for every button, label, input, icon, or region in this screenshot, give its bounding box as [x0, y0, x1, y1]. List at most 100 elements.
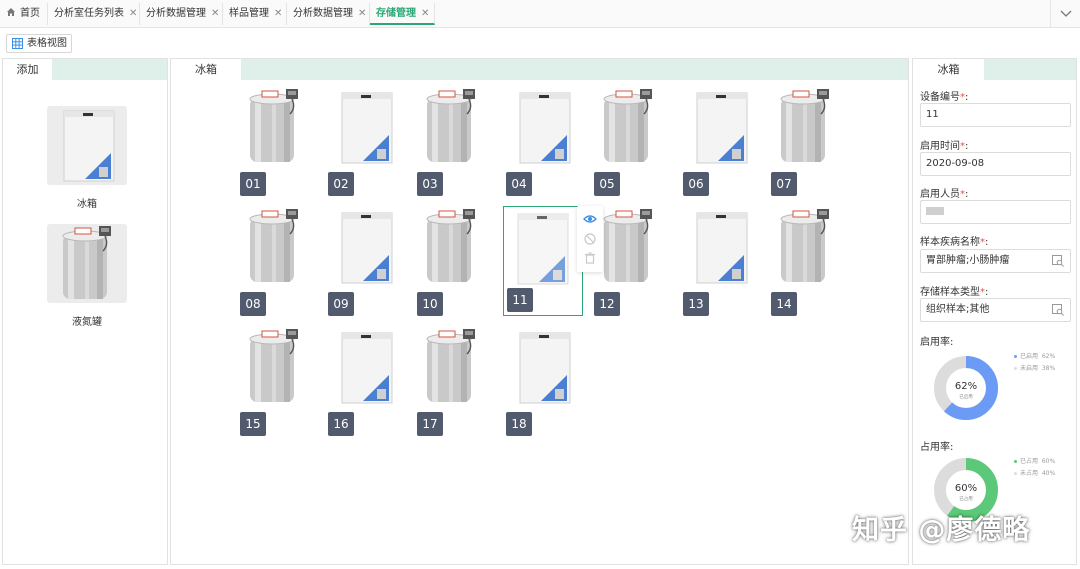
device-05[interactable]: 05 — [594, 86, 674, 196]
device-08[interactable]: 08 — [240, 206, 320, 316]
freezer-image — [694, 91, 750, 168]
device-number-badge: 10 — [417, 292, 443, 316]
tank-image — [419, 208, 483, 289]
donut-percent: 62% — [955, 381, 977, 392]
library-item-tank[interactable]: 液氮罐 — [47, 224, 127, 328]
device-01[interactable]: 01 — [240, 86, 320, 196]
close-icon[interactable]: ✕ — [129, 8, 137, 19]
donut-caption: 已占用 — [959, 495, 973, 502]
tab-storage-mgmt[interactable]: 存储管理 ✕ — [370, 3, 435, 25]
watermark: 知乎 @廖德略 — [852, 515, 1031, 546]
device-07[interactable]: 07 — [771, 86, 851, 196]
sample-type-field[interactable]: 组织样本;其他 — [920, 298, 1071, 322]
device-12[interactable]: 12 — [594, 206, 674, 316]
device-14[interactable]: 14 — [771, 206, 851, 316]
device-number-badge: 01 — [240, 172, 266, 196]
tab-analysis-room-tasks[interactable]: 分析室任务列表 ✕ — [48, 3, 140, 25]
device-15[interactable]: 15 — [240, 326, 320, 436]
device-number-badge: 15 — [240, 412, 266, 436]
device-no-label: 设备编号*: — [920, 92, 969, 103]
tab-label: 样品管理 — [229, 8, 269, 19]
library-item-label: 冰箱 — [77, 199, 97, 210]
start-time-field[interactable]: 2020-09-08 — [920, 152, 1071, 176]
tab-freezer-detail[interactable]: 冰箱 — [913, 59, 984, 81]
tab-label: 分析数据管理 — [146, 8, 206, 19]
freezer-image — [339, 91, 395, 168]
device-09[interactable]: 09 — [328, 206, 408, 316]
panel-header: 冰箱 — [913, 59, 1076, 81]
device-action-menu — [577, 206, 603, 272]
device-04[interactable]: 04 — [506, 86, 586, 196]
device-10[interactable]: 10 — [417, 206, 497, 316]
tab-sample-mgmt[interactable]: 样品管理 ✕ — [223, 3, 287, 25]
device-16[interactable]: 16 — [328, 326, 408, 436]
enable-rate-label: 启用率: — [920, 337, 954, 348]
device-number-badge: 11 — [507, 288, 533, 312]
tab-label: 分析室任务列表 — [54, 8, 124, 19]
disease-field[interactable]: 胃部肿瘤;小肠肿瘤 — [920, 249, 1071, 273]
close-icon[interactable]: ✕ — [421, 8, 429, 19]
eye-icon[interactable] — [583, 212, 597, 226]
device-17[interactable]: 17 — [417, 326, 497, 436]
device-number-badge: 13 — [683, 292, 709, 316]
device-number-badge: 09 — [328, 292, 354, 316]
device-03[interactable]: 03 — [417, 86, 497, 196]
close-icon[interactable]: ✕ — [274, 8, 282, 19]
legend-item: 未占用 40% — [1014, 468, 1055, 480]
tab-menu-toggle[interactable] — [1050, 0, 1080, 28]
tank-image — [242, 88, 306, 169]
donut-caption: 已启用 — [959, 393, 973, 400]
tank-image — [242, 328, 306, 409]
tab-bar: 首页 分析室任务列表 ✕ 分析数据管理 ✕ 样品管理 ✕ 分析数据管理 ✕ 存储管理 ✕ — [0, 0, 1080, 28]
freezer-image — [694, 211, 750, 288]
device-number-badge: 14 — [771, 292, 797, 316]
tab-label: 分析数据管理 — [293, 8, 353, 19]
table-icon — [12, 38, 23, 49]
tab-label: 存储管理 — [376, 8, 416, 19]
select-picker-icon[interactable] — [1052, 304, 1064, 316]
operator-field[interactable] — [920, 200, 1071, 224]
close-icon[interactable]: ✕ — [358, 8, 366, 19]
tab-analysis-data-mgmt-2[interactable]: 分析数据管理 ✕ — [287, 3, 370, 25]
library-item-freezer[interactable]: 冰箱 — [47, 106, 127, 210]
tab-home[interactable]: 首页 — [0, 3, 48, 25]
disable-icon[interactable] — [583, 232, 597, 246]
device-detail-panel: 冰箱 设备编号*: 11 启用时间*: 2020-09-08 启用人员*: 样本… — [912, 58, 1077, 565]
disease-label: 样本疾病名称*: — [920, 237, 989, 248]
legend-item: 已启用 62% — [1014, 351, 1055, 363]
freezer-image — [339, 331, 395, 408]
occupy-rate-legend: 已占用 60% 未占用 40% — [1014, 456, 1055, 480]
enable-rate-legend: 已启用 62% 未启用 38% — [1014, 351, 1055, 375]
tab-analysis-data-mgmt[interactable]: 分析数据管理 ✕ — [140, 3, 223, 25]
close-icon[interactable]: ✕ — [211, 8, 219, 19]
device-number-badge: 05 — [594, 172, 620, 196]
device-11[interactable]: 11 — [503, 206, 583, 316]
chevron-down-icon — [1060, 10, 1072, 17]
device-number-badge: 18 — [506, 412, 532, 436]
device-06[interactable]: 06 — [683, 86, 763, 196]
device-no-field[interactable]: 11 — [920, 103, 1071, 127]
device-18[interactable]: 18 — [506, 326, 586, 436]
device-number-badge: 03 — [417, 172, 443, 196]
legend-item: 已占用 60% — [1014, 456, 1055, 468]
tab-freezer[interactable]: 冰箱 — [171, 59, 241, 81]
tab-add[interactable]: 添加 — [3, 59, 52, 81]
device-02[interactable]: 02 — [328, 86, 408, 196]
legend-item: 未启用 38% — [1014, 363, 1055, 375]
home-icon — [7, 8, 15, 16]
tank-image — [242, 208, 306, 289]
panel-header: 添加 — [3, 59, 167, 81]
liquid-nitrogen-tank-icon — [47, 224, 127, 303]
tank-image — [419, 88, 483, 169]
select-picker-icon[interactable] — [1052, 255, 1064, 267]
trash-icon[interactable] — [583, 251, 597, 265]
operator-label: 启用人员*: — [920, 189, 969, 200]
device-number-badge: 04 — [506, 172, 532, 196]
sample-type-label: 存储样本类型*: — [920, 287, 989, 298]
tab-label: 首页 — [20, 8, 40, 19]
start-time-label: 启用时间*: — [920, 141, 969, 152]
donut-percent: 60% — [955, 483, 977, 494]
device-13[interactable]: 13 — [683, 206, 763, 316]
panel-header: 冰箱 — [171, 59, 908, 81]
table-view-button[interactable]: 表格视图 — [6, 34, 72, 53]
